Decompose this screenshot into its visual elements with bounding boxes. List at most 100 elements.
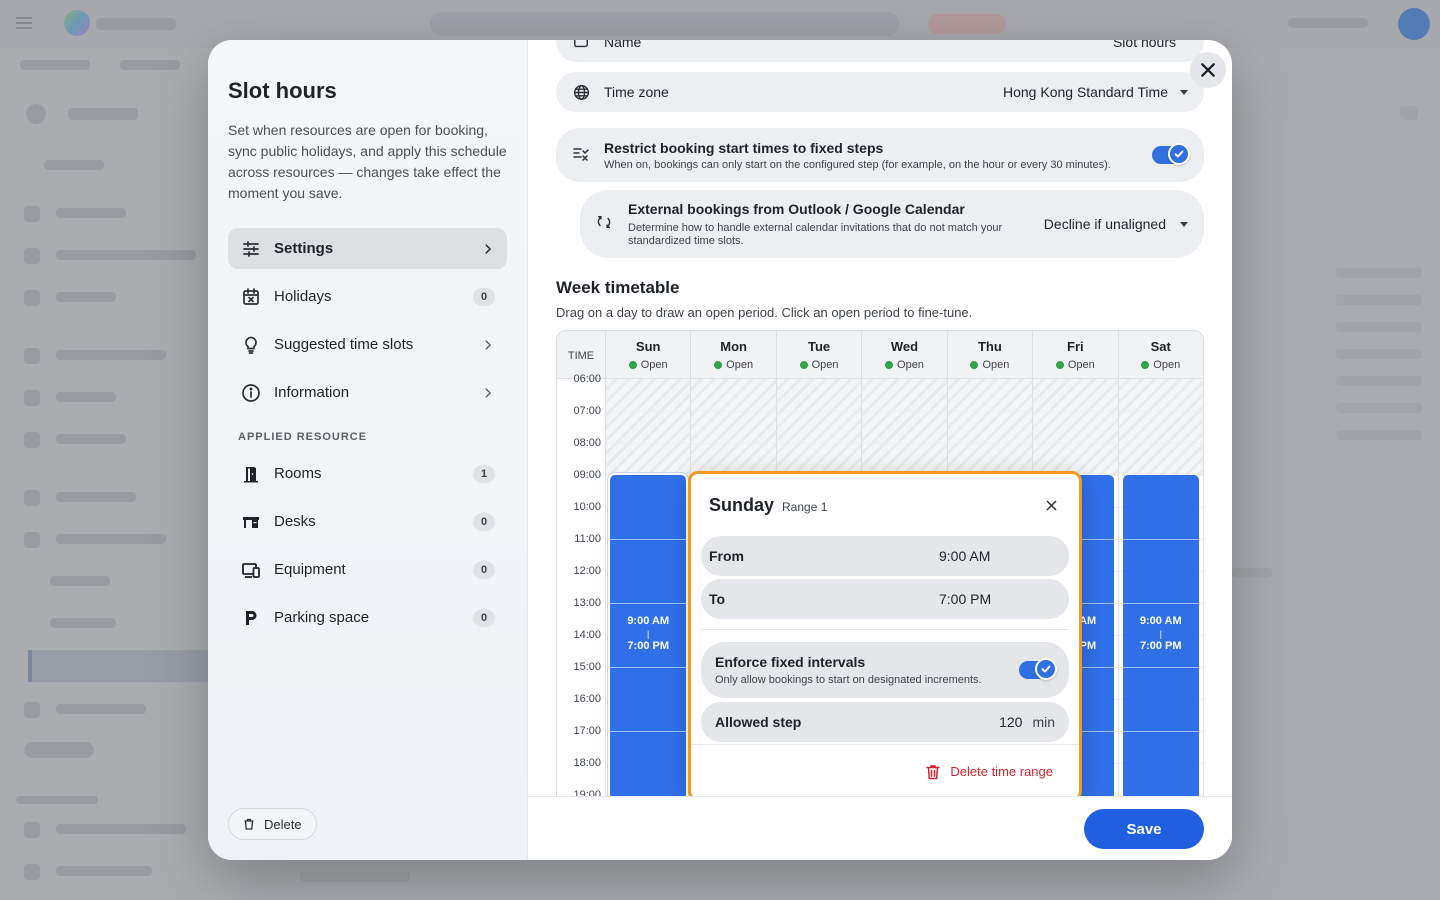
from-time-field[interactable]: From 9:00 AM — [701, 536, 1069, 576]
settings-scroll-area[interactable]: Name Slot hours Time zone Hong Kong Stan… — [528, 40, 1232, 796]
hour-gridline — [947, 443, 1033, 444]
applied-resource-heading: APPLIED RESOURCE — [238, 431, 368, 443]
closed-hours-area — [691, 379, 776, 475]
time-column-header: TIME — [567, 350, 595, 362]
globe-icon — [572, 83, 590, 101]
step-value: 120 — [999, 714, 1023, 730]
step-label: Allowed step — [715, 714, 802, 730]
popover-header: Sunday Range 1 — [701, 474, 1069, 536]
nav-label-holidays: Holidays — [274, 288, 332, 305]
day-status-label: Open — [726, 358, 754, 371]
allowed-step-field[interactable]: Allowed step 120 min — [701, 702, 1069, 742]
chevron-right-icon — [481, 242, 495, 256]
closed-hours-area — [862, 379, 947, 475]
day-header-fri: Fri Open — [1032, 331, 1117, 378]
day-status: Open — [1055, 358, 1095, 371]
external-description: Determine how to handle external calenda… — [628, 221, 1003, 247]
day-status: Open — [714, 359, 753, 371]
hour-gridline — [691, 411, 776, 412]
day-header-wed: Wed Open — [861, 331, 946, 378]
name-field[interactable]: Name Slot hours — [556, 40, 1204, 62]
block-hour-line — [1122, 731, 1199, 732]
day-name: Sun — [635, 338, 661, 354]
modal-footer: Save — [528, 796, 1232, 860]
external-policy-value: Decline if unaligned — [1043, 216, 1166, 232]
day-header-sat: Sat Open — [1117, 331, 1203, 378]
enforce-title: Enforce fixed intervals — [715, 654, 866, 670]
time-label: 14:00 — [573, 629, 601, 641]
day-status: Open — [970, 359, 1009, 371]
modal-title: Slot hours — [228, 78, 337, 103]
nav-item-holidays[interactable]: Holidays 0 — [228, 276, 507, 317]
open-period-label: 9:00 AM |7:00 PM — [610, 615, 686, 653]
resource-label-parking-space: Parking space — [274, 609, 370, 626]
nav-item-suggested-time-slots[interactable]: Suggested time slots — [228, 324, 507, 365]
hour-gridline — [947, 411, 1033, 412]
day-column-sat[interactable]: 9:00 AM | 7:00 PM — [1117, 379, 1203, 796]
day-status: Open — [799, 359, 839, 371]
chevron-down-icon — [1180, 221, 1188, 227]
timezone-value: Hong Kong Standard Time — [1003, 84, 1168, 100]
to-label: To — [709, 591, 726, 607]
enforce-intervals-setting: Enforce fixed intervals Only allow booki… — [701, 642, 1069, 698]
settings-panel: Name Slot hours Time zone Hong Kong Stan… — [528, 40, 1232, 860]
list-check-icon — [572, 144, 590, 167]
resource-item-desks[interactable]: Desks 0 — [228, 501, 507, 542]
timezone-select[interactable]: Time zone Hong Kong Standard Time — [556, 72, 1204, 112]
desks-count-badge: 0 — [473, 512, 495, 531]
enforce-description: Only allow bookings to start on designat… — [715, 674, 982, 686]
to-time-field[interactable]: To 7:00 PM — [701, 579, 1069, 619]
day-header-mon: Mon Open — [690, 331, 775, 378]
hour-gridline — [776, 443, 862, 444]
popover-footer: Delete time range — [691, 744, 1079, 796]
day-status-label: Open — [640, 358, 668, 371]
restrict-description: When on, bookings can only start on the … — [604, 158, 1111, 171]
delete-time-range-button[interactable]: Delete time range — [925, 764, 1053, 780]
close-modal-button[interactable] — [1190, 52, 1226, 88]
name-value: Slot hours — [1112, 40, 1176, 50]
to-value: 7:00 PM — [939, 591, 992, 607]
chevron-down-icon — [1180, 89, 1188, 95]
hour-gridline — [862, 443, 947, 444]
parking-icon — [240, 607, 262, 629]
block-hour-line — [610, 603, 687, 604]
resource-item-rooms[interactable]: Rooms 1 — [228, 453, 507, 494]
day-name: Tue — [807, 338, 831, 354]
closed-hours-area — [947, 379, 1033, 475]
resource-item-parking-space[interactable]: Parking space 0 — [228, 597, 507, 638]
block-hour-line — [1122, 603, 1199, 604]
block-hour-line — [610, 539, 687, 540]
day-column-sun[interactable]: 9:00 AM | 7:00 PM — [605, 379, 691, 796]
closed-hours-area — [606, 379, 691, 475]
time-label: 09:00 — [573, 469, 601, 481]
equipment-count-badge: 0 — [473, 560, 495, 579]
door-icon — [240, 463, 262, 485]
block-hour-line — [610, 667, 687, 668]
hour-gridline — [691, 443, 776, 444]
delete-time-range-label: Delete time range — [950, 764, 1053, 779]
restrict-toggle[interactable] — [1152, 143, 1190, 165]
nav-item-information[interactable]: Information — [228, 372, 507, 413]
time-range-popover: Sunday Range 1 From 9:00 AM To 7:00 PM E… — [688, 471, 1082, 796]
open-status-dot — [1141, 360, 1150, 369]
open-status-dot — [628, 360, 637, 369]
parking-count-badge: 0 — [473, 608, 495, 627]
open-period-block[interactable]: 9:00 AM |7:00 PM — [610, 475, 687, 796]
open-period-separator: | — [1159, 629, 1162, 639]
external-bookings-setting[interactable]: External bookings from Outlook / Google … — [580, 190, 1204, 258]
from-label: From — [709, 548, 744, 564]
close-popover-button[interactable] — [1041, 495, 1061, 515]
trash-icon — [244, 818, 254, 830]
timetable-header: TIME Sun Open Mon Open Tue Open Wed Open Thu Open… — [557, 331, 1203, 379]
enforce-toggle[interactable] — [1019, 658, 1057, 680]
open-period-separator: | — [647, 629, 650, 639]
resource-item-equipment[interactable]: Equipment 0 — [228, 549, 507, 590]
delete-button[interactable]: Delete — [228, 808, 317, 840]
day-header-sun: Sun Open — [605, 331, 690, 378]
time-label: 16:00 — [573, 693, 601, 705]
save-button[interactable]: Save — [1084, 809, 1204, 849]
day-status-label: Open — [1067, 358, 1095, 371]
nav-label-information: Information — [274, 384, 350, 401]
open-period-block[interactable]: 9:00 AM |7:00 PM — [1122, 475, 1199, 796]
nav-item-settings[interactable]: Settings — [228, 228, 507, 269]
